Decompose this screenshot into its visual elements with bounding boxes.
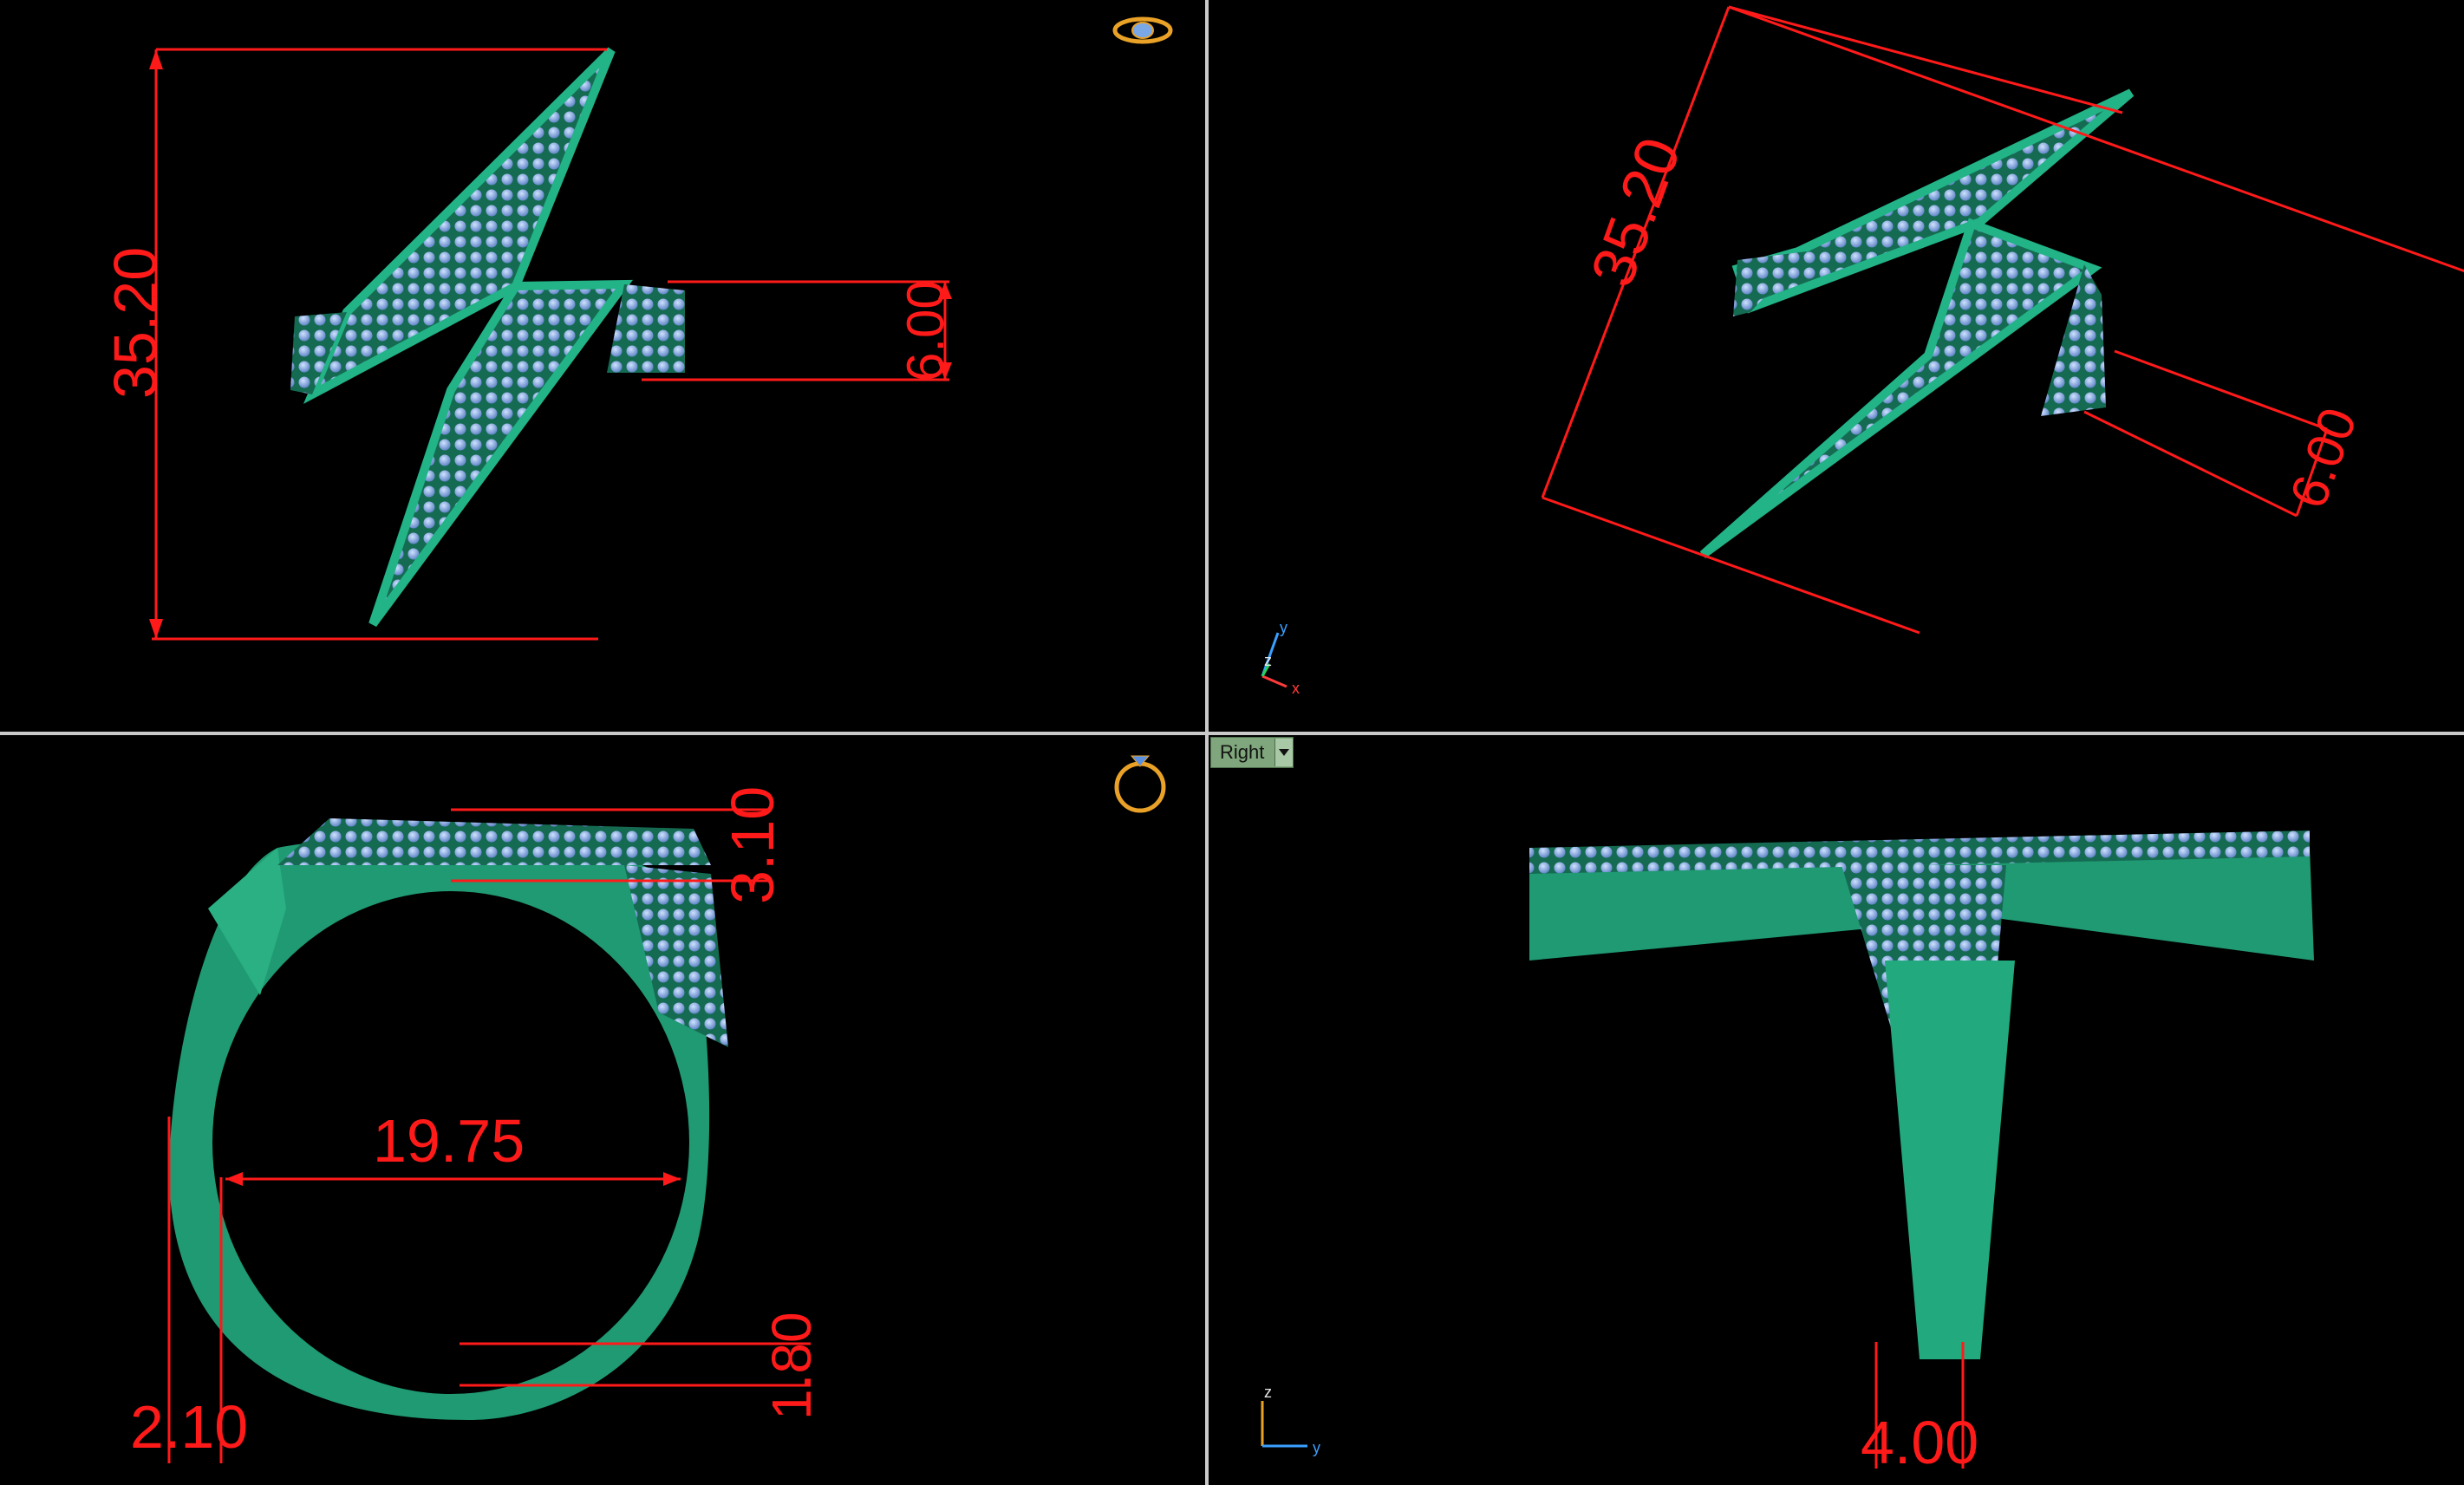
dim-label-width: 6.00 (896, 280, 955, 381)
view-dropdown-icon[interactable] (1274, 739, 1294, 766)
axis-y-label-right: y (1313, 1439, 1320, 1456)
dim-label-bottom-thickness: 1.80 (760, 1312, 823, 1420)
axis-gizmo-yz: z y (1261, 1384, 1320, 1456)
axis-x-label: x (1292, 680, 1300, 697)
viewport-top-canvas[interactable]: 35.20 6.00 (0, 0, 1205, 732)
axis-gizmo-xyz: x y z (1261, 619, 1300, 697)
viewport-top[interactable]: 35.20 6.00 (0, 0, 1205, 732)
dim-label-shank-width: 4.00 (1861, 1409, 1978, 1476)
viewport-divider-vertical[interactable] (1205, 0, 1209, 1485)
ring-topview-icon[interactable] (1112, 16, 1173, 44)
viewport-right-canvas[interactable]: 4.00 z y (1209, 735, 2464, 1485)
dim-label-height-perspective: 35.20 (1578, 129, 1693, 295)
axis-z-label-right: z (1264, 1384, 1272, 1401)
viewport-front[interactable]: 3.10 19.75 1.80 2.10 (0, 735, 1205, 1485)
ring-model-right (1529, 830, 2314, 1359)
dim-width-top: 6.00 (642, 280, 955, 381)
axis-y-label: y (1280, 619, 1287, 636)
view-label-text[interactable]: Right (1211, 741, 1274, 764)
viewport-front-canvas[interactable]: 3.10 19.75 1.80 2.10 (0, 735, 1205, 1485)
viewport-perspective-canvas[interactable]: 35.20 6.00 x y z (1209, 0, 2464, 732)
dim-label-top-thickness: 3.10 (719, 786, 786, 904)
viewport-perspective[interactable]: 35.20 6.00 x y z (1209, 0, 2464, 732)
viewport-divider-horizontal[interactable] (0, 732, 2464, 735)
dim-label-side-thickness: 2.10 (130, 1393, 248, 1461)
ring-model-top (290, 47, 685, 627)
viewport-right[interactable]: 4.00 z y (1209, 735, 2464, 1485)
ring-model-perspective (1699, 88, 2135, 559)
dim-label-height: 35.20 (101, 247, 169, 399)
dim-width-perspective: 6.00 (2083, 349, 2368, 518)
ring-sideview-icon[interactable] (1114, 755, 1166, 813)
dim-shank-width: 4.00 (1861, 1342, 1978, 1476)
view-label-right[interactable]: Right (1210, 737, 1294, 768)
axis-z-label: z (1264, 652, 1272, 669)
dim-label-inner-diameter: 19.75 (373, 1107, 525, 1175)
